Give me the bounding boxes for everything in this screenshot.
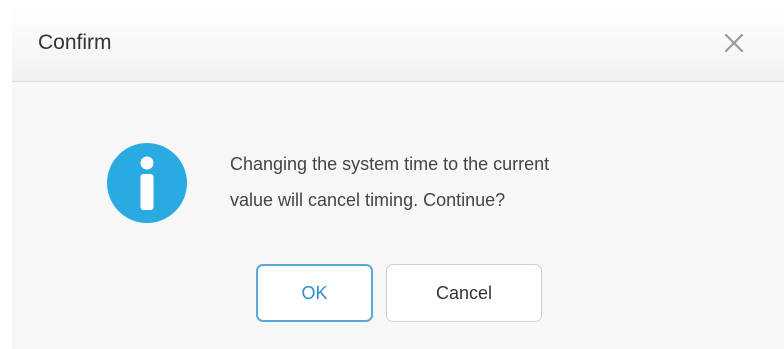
cancel-button[interactable]: Cancel xyxy=(386,264,542,322)
message-line-1: Changing the system time to the current xyxy=(230,154,550,174)
message-line-2: value will cancel timing. Continue? xyxy=(230,190,506,210)
info-icon xyxy=(107,143,187,223)
confirm-dialog: Confirm Changing the system time to the … xyxy=(12,6,784,349)
dialog-titlebar: Confirm xyxy=(12,6,784,82)
dialog-message: Changing the system time to the current … xyxy=(230,146,700,218)
close-icon[interactable] xyxy=(722,31,746,55)
dialog-title: Confirm xyxy=(38,31,112,54)
ok-button[interactable]: OK xyxy=(256,264,373,322)
